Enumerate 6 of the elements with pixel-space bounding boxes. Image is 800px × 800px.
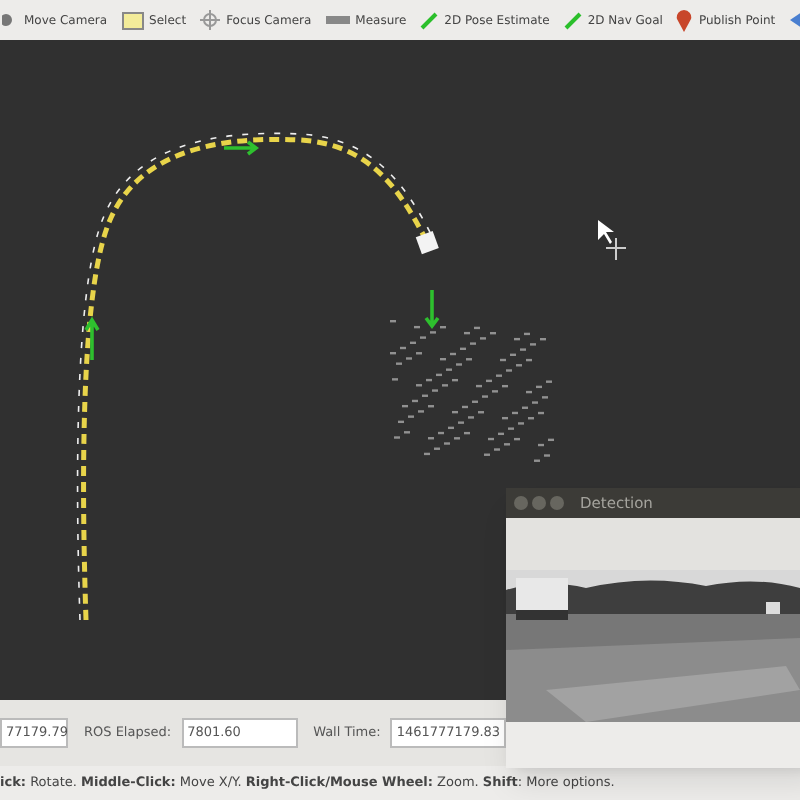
ruler-icon <box>325 16 350 24</box>
camera-move-icon <box>2 10 18 30</box>
cursor-icon <box>598 220 627 261</box>
map-pin-icon <box>676 9 693 31</box>
crosshair-icon <box>200 10 221 30</box>
select-icon <box>121 11 144 29</box>
